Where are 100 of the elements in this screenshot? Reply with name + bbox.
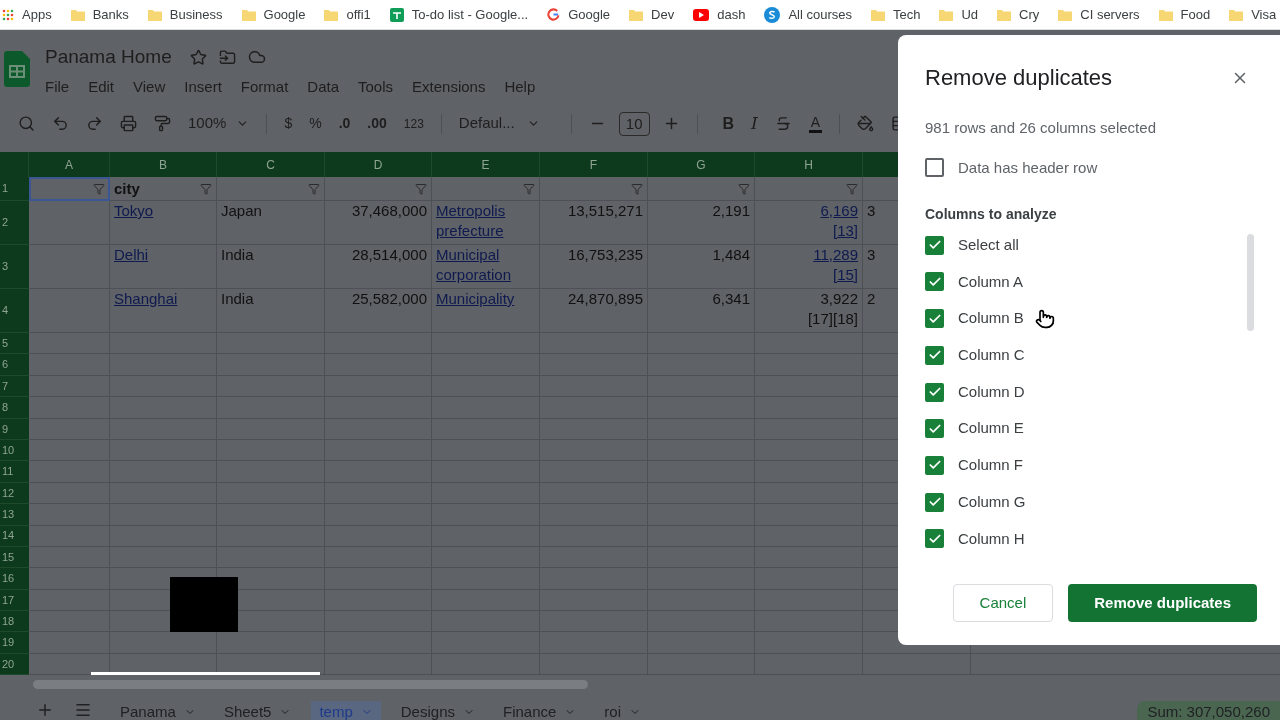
grid-cell[interactable]: Metropolis prefecture xyxy=(432,201,540,245)
menu-item[interactable]: Insert xyxy=(184,75,222,98)
fill-color-icon[interactable] xyxy=(857,115,875,132)
font-size-field[interactable]: 10 xyxy=(618,111,650,136)
column-header[interactable]: D xyxy=(325,152,432,177)
search-icon[interactable] xyxy=(18,115,35,132)
bookmark-link[interactable]: Banks xyxy=(70,4,129,25)
column-checkbox[interactable] xyxy=(925,309,944,329)
checkbox-label[interactable]: Column F xyxy=(958,454,1024,477)
column-header[interactable]: E xyxy=(432,152,540,177)
filter-icon[interactable] xyxy=(738,182,750,195)
grid-cell[interactable] xyxy=(29,333,110,355)
column-header[interactable]: B xyxy=(110,152,217,177)
grid-cell[interactable] xyxy=(29,375,110,398)
folder-icon[interactable] xyxy=(218,48,236,66)
row-number[interactable]: 14 xyxy=(0,525,29,547)
sheet-tab[interactable]: Finance xyxy=(495,701,585,720)
column-header[interactable]: F xyxy=(540,152,648,177)
bookmark-link[interactable]: Google xyxy=(547,4,611,25)
sheet-tab[interactable]: Panama xyxy=(112,701,204,720)
row-number[interactable]: 7 xyxy=(0,375,29,398)
filter-icon[interactable] xyxy=(846,182,858,195)
grid-cell[interactable] xyxy=(29,632,110,654)
link-cell-text[interactable]: Municipality xyxy=(436,289,515,309)
bookmark-link[interactable]: Tech xyxy=(870,4,921,25)
grid-cell[interactable] xyxy=(29,568,110,590)
link-cell-text[interactable]: Shanghai xyxy=(114,289,178,309)
grid-cell[interactable]: 6,169 [13] xyxy=(755,201,863,245)
menu-item[interactable]: View xyxy=(133,75,166,98)
column-checkbox[interactable] xyxy=(925,419,944,439)
grid-cell[interactable] xyxy=(29,546,110,569)
grid-cell[interactable] xyxy=(29,201,110,245)
bookmark-link[interactable]: To-do list - Google... xyxy=(389,4,529,25)
checkbox-label[interactable]: Column E xyxy=(958,417,1024,440)
grid-cell[interactable]: 11,289 [15] xyxy=(755,245,863,289)
checkbox-label[interactable]: Column H xyxy=(958,527,1025,550)
grid-cell[interactable] xyxy=(29,461,110,483)
grid-cell[interactable]: 1,484 xyxy=(648,245,755,289)
row-number[interactable]: 15 xyxy=(0,546,29,569)
menu-icon[interactable] xyxy=(74,701,92,719)
sheet-tab[interactable]: temp xyxy=(311,701,381,720)
header-row-checkbox[interactable] xyxy=(925,158,944,178)
percent-button[interactable]: % xyxy=(309,113,322,134)
checkbox-label[interactable]: Column C xyxy=(958,344,1025,367)
bookmark-link[interactable]: Cry xyxy=(997,4,1040,25)
italic-button[interactable]: I xyxy=(751,110,758,137)
grid-cell[interactable]: city xyxy=(110,177,217,201)
filter-icon[interactable] xyxy=(93,182,105,195)
number-format-button[interactable]: 123 xyxy=(403,114,424,133)
link-cell-text[interactable]: Municipal corporation xyxy=(436,245,512,285)
checkbox-label[interactable]: Column A xyxy=(958,270,1024,294)
checkbox-label[interactable]: Data has header row xyxy=(958,156,1098,179)
bookmark-link[interactable]: Visa xyxy=(1229,4,1277,25)
grid-cell[interactable]: Tokyo xyxy=(110,201,217,245)
column-checkbox[interactable] xyxy=(925,529,944,549)
grid-cell[interactable]: Shanghai xyxy=(110,289,217,333)
grid-cell[interactable] xyxy=(432,177,540,201)
checkbox-label[interactable]: Select all xyxy=(958,234,1019,257)
menu-item[interactable]: File xyxy=(45,75,70,98)
checkbox-label[interactable]: Column G xyxy=(958,490,1026,514)
grid-cell[interactable] xyxy=(755,177,863,201)
grid-cell[interactable]: 6,341 xyxy=(648,289,755,333)
bookmark-link[interactable]: All courses xyxy=(764,4,852,25)
bookmark-link[interactable]: Apps xyxy=(2,4,52,25)
grid-cell[interactable]: India xyxy=(217,245,325,289)
sheet-tab[interactable]: Designs xyxy=(392,701,483,720)
grid-cell[interactable]: Delhi xyxy=(110,245,217,289)
grid-cell[interactable]: 2,191 xyxy=(648,201,755,245)
row-number[interactable]: 10 xyxy=(0,439,29,462)
grid-cell[interactable]: 37,468,000 xyxy=(325,201,432,245)
row-number[interactable]: 12 xyxy=(0,482,29,505)
grid-cell[interactable] xyxy=(29,482,110,505)
decrease-decimals-button[interactable]: .0 xyxy=(338,113,351,134)
column-header[interactable]: H xyxy=(755,152,863,177)
print-icon[interactable] xyxy=(120,115,137,132)
sheet-tab[interactable]: roi xyxy=(596,701,650,720)
link-cell-text[interactable]: 6,169 [13] xyxy=(820,201,858,241)
link-cell-text[interactable]: Metropolis prefecture xyxy=(436,201,506,241)
row-number[interactable]: 18 xyxy=(0,611,29,633)
row-number[interactable]: 1 xyxy=(0,177,29,201)
column-header[interactable]: G xyxy=(648,152,755,177)
bookmark-link[interactable]: offi1 xyxy=(324,4,371,25)
row-number[interactable]: 11 xyxy=(0,461,29,483)
filter-icon[interactable] xyxy=(308,182,320,195)
menu-item[interactable]: Data xyxy=(307,75,339,98)
bookmark-link[interactable]: CI servers xyxy=(1058,4,1140,25)
menu-item[interactable]: Extensions xyxy=(412,75,486,98)
grid-cell[interactable] xyxy=(29,589,110,612)
paint-format-icon[interactable] xyxy=(154,115,171,132)
link-cell-text[interactable]: Tokyo xyxy=(114,201,154,221)
currency-button[interactable]: $ xyxy=(284,113,293,134)
column-checkbox[interactable] xyxy=(925,272,944,292)
menu-item[interactable]: Tools xyxy=(358,75,394,98)
bold-button[interactable]: B xyxy=(722,111,735,136)
filter-icon[interactable] xyxy=(631,182,643,195)
column-header[interactable]: C xyxy=(217,152,325,177)
column-header[interactable]: A xyxy=(29,152,110,177)
redo-icon[interactable] xyxy=(86,115,103,132)
grid-cell[interactable]: 3,922 [17][18] xyxy=(755,289,863,333)
sheet-tab[interactable]: Sheet5 xyxy=(215,701,300,720)
